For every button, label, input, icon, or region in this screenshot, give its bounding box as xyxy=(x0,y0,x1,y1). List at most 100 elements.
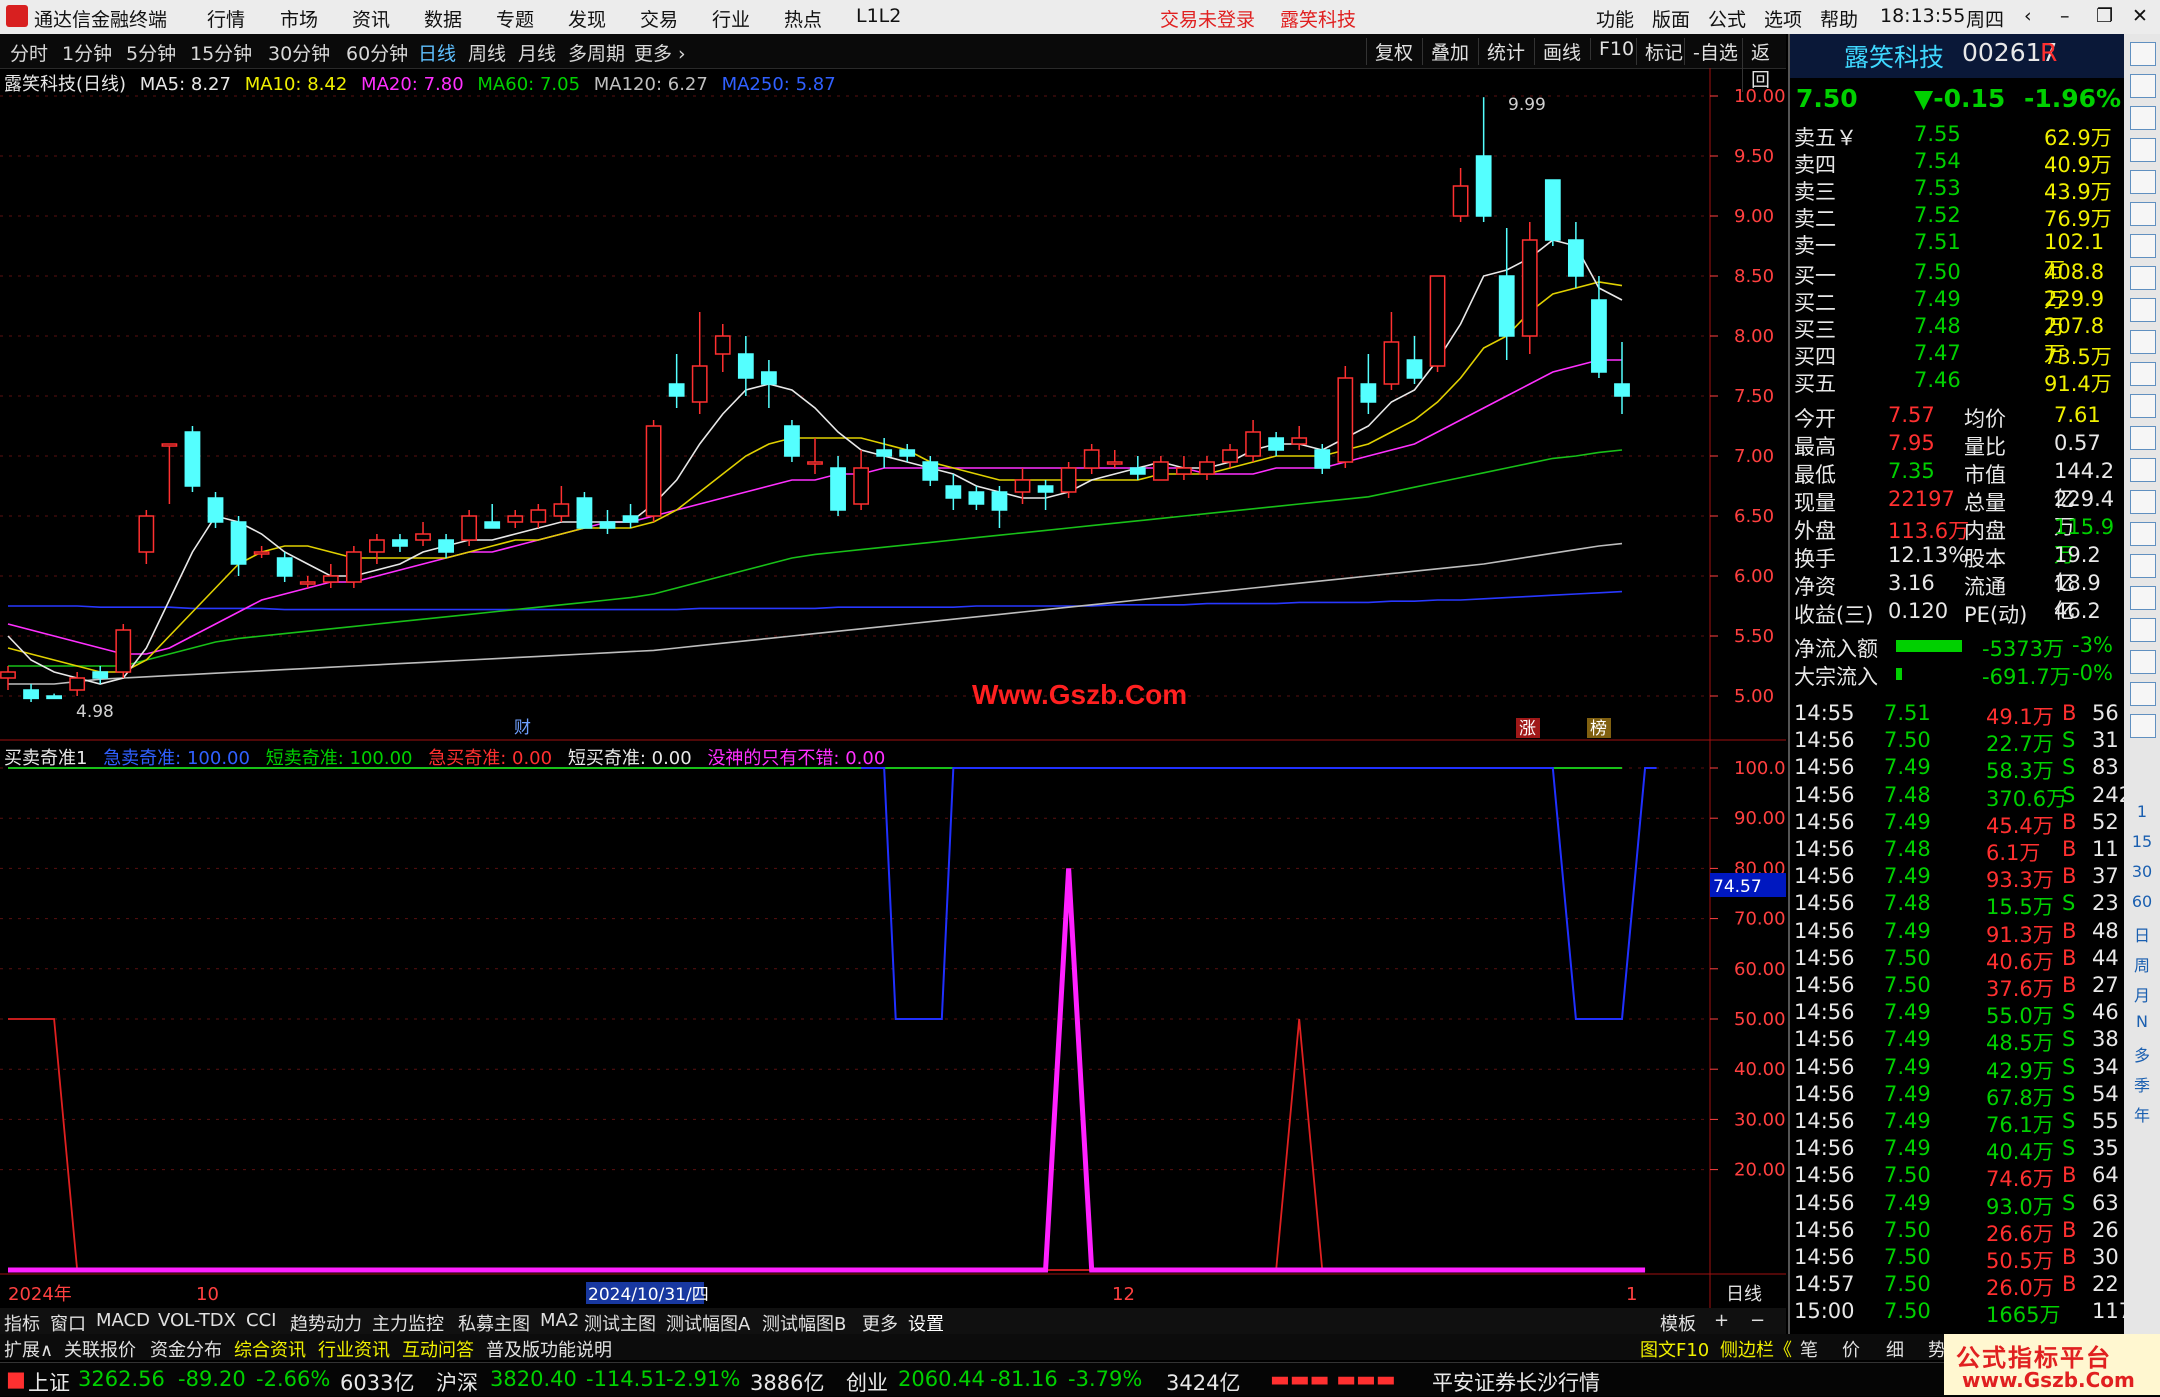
btn-fuquan[interactable]: 复权 xyxy=(1366,38,1413,65)
indicator-tab-12[interactable]: 更多 xyxy=(862,1310,898,1336)
menu-zixun[interactable]: 资讯 xyxy=(352,5,390,32)
toolbar-icon-18[interactable] xyxy=(2130,618,2156,642)
menu-jiaoyi[interactable]: 交易 xyxy=(640,5,678,32)
toolbar-icon-19[interactable] xyxy=(2130,650,2156,674)
btn-f10[interactable]: F10 xyxy=(1590,38,1634,60)
toolbar-period-30[interactable]: 30 xyxy=(2130,862,2154,884)
btn-biaoji[interactable]: 标记 xyxy=(1636,38,1683,65)
toolbar-icon-14[interactable] xyxy=(2130,490,2156,514)
toolbar-icon-11[interactable] xyxy=(2130,394,2156,418)
close-icon[interactable]: ✕ xyxy=(2132,5,2148,27)
ext-tab-0[interactable]: 扩展∧ xyxy=(4,1336,53,1362)
toolbar-icon-6[interactable] xyxy=(2130,234,2156,258)
tab-multi-period[interactable]: 多周期 xyxy=(568,39,625,66)
cy-label[interactable]: 创业 xyxy=(846,1367,888,1397)
toolbar-period--[interactable]: 季 xyxy=(2130,1072,2154,1095)
toolbar-period--[interactable]: 周 xyxy=(2130,952,2154,975)
menu-faxian[interactable]: 发现 xyxy=(568,5,606,32)
side-tab-2[interactable]: 笔 xyxy=(1800,1336,1818,1362)
indicator-tab-8[interactable]: MA2 xyxy=(540,1310,579,1331)
tab-30min[interactable]: 30分钟 xyxy=(268,39,330,66)
btn-zixuan[interactable]: -自选 xyxy=(1684,38,1738,65)
indicator-tab-3[interactable]: VOL-TDX xyxy=(158,1310,236,1331)
menu-shuju[interactable]: 数据 xyxy=(424,5,462,32)
tab-monthly[interactable]: 月线 xyxy=(518,39,556,66)
side-tab-4[interactable]: 细 xyxy=(1886,1336,1904,1362)
indicator-tab-0[interactable]: 指标 xyxy=(4,1310,40,1336)
toolbar-icon-5[interactable] xyxy=(2130,202,2156,226)
indicator-tab-7[interactable]: 私募主图 xyxy=(458,1310,530,1336)
template-btn-0[interactable]: 模板 xyxy=(1660,1310,1696,1336)
ext-tab-2[interactable]: 资金分布 xyxy=(150,1336,222,1362)
indicator-tab-13[interactable]: 设置 xyxy=(908,1310,944,1336)
template-btn-2[interactable]: − xyxy=(1750,1310,1765,1331)
tab-more[interactable]: 更多 › xyxy=(634,39,686,66)
toolbar-icon-1[interactable] xyxy=(2130,74,2156,98)
tab-1min[interactable]: 1分钟 xyxy=(62,39,112,66)
side-tab-1[interactable]: 侧边栏《 xyxy=(1720,1336,1792,1362)
hs-label[interactable]: 沪深 xyxy=(436,1367,478,1397)
menu-hangqing[interactable]: 行情 xyxy=(207,5,245,32)
side-tab-0[interactable]: 图文F10 xyxy=(1640,1336,1709,1362)
tab-fenshi[interactable]: 分时 xyxy=(10,39,48,66)
toolbar-icon-16[interactable] xyxy=(2130,554,2156,578)
side-tab-3[interactable]: 价 xyxy=(1842,1336,1860,1362)
ext-tab-4[interactable]: 行业资讯 xyxy=(318,1336,390,1362)
sh-label[interactable]: 上证 xyxy=(28,1367,70,1397)
btn-tongji[interactable]: 统计 xyxy=(1478,38,1525,65)
toolbar-icon-2[interactable] xyxy=(2130,106,2156,130)
toolbar-icon-12[interactable] xyxy=(2130,426,2156,450)
btn-huaxian[interactable]: 画线 xyxy=(1534,38,1581,65)
menu-xuanxiang[interactable]: 选项 xyxy=(1764,5,1802,32)
ext-tab-6[interactable]: 普及版功能说明 xyxy=(486,1336,612,1362)
toolbar-icon-3[interactable] xyxy=(2130,138,2156,162)
toolbar-icon-21[interactable] xyxy=(2130,714,2156,738)
menu-l1l2[interactable]: L1L2 xyxy=(856,5,901,27)
menu-redian[interactable]: 热点 xyxy=(784,5,822,32)
toolbar-icon-17[interactable] xyxy=(2130,586,2156,610)
kline-chart[interactable]: 10.00 9.50 9.00 8.50 8.00 7.50 7.00 6.50 6.00 5.5… xyxy=(0,68,1786,1312)
tab-60min[interactable]: 60分钟 xyxy=(346,39,408,66)
toolbar-period-n[interactable]: N xyxy=(2130,1012,2154,1034)
toolbar-period-1[interactable]: 1 xyxy=(2130,802,2154,824)
template-btn-1[interactable]: + xyxy=(1714,1310,1729,1331)
menu-hangye[interactable]: 行业 xyxy=(712,5,750,32)
toolbar-period-60[interactable]: 60 xyxy=(2130,892,2154,914)
toolbar-icon-7[interactable] xyxy=(2130,266,2156,290)
menu-banmian[interactable]: 版面 xyxy=(1652,5,1690,32)
menu-bangzhu[interactable]: 帮助 xyxy=(1820,5,1858,32)
indicator-tab-5[interactable]: 趋势动力 xyxy=(290,1310,362,1336)
toolbar-period--[interactable]: 多 xyxy=(2130,1042,2154,1065)
toolbar-period--[interactable]: 日 xyxy=(2130,922,2154,945)
ext-tab-3[interactable]: 综合资讯 xyxy=(234,1336,306,1362)
menu-gongshi[interactable]: 公式 xyxy=(1708,5,1746,32)
toolbar-period-15[interactable]: 15 xyxy=(2130,832,2154,854)
toolbar-period--[interactable]: 月 xyxy=(2130,982,2154,1005)
ext-tab-5[interactable]: 互动问答 xyxy=(402,1336,474,1362)
indicator-name[interactable]: 买卖奇准1 xyxy=(4,748,87,769)
toolbar-icon-13[interactable] xyxy=(2130,458,2156,482)
toolbar-icon-0[interactable] xyxy=(2130,42,2156,66)
btn-diejia[interactable]: 叠加 xyxy=(1422,38,1469,65)
toolbar-icon-9[interactable] xyxy=(2130,330,2156,354)
toolbar-icon-20[interactable] xyxy=(2130,682,2156,706)
tab-weekly[interactable]: 周线 xyxy=(468,39,506,66)
toolbar-icon-8[interactable] xyxy=(2130,298,2156,322)
toolbar-icon-10[interactable] xyxy=(2130,362,2156,386)
minimize-icon[interactable]: – xyxy=(2060,5,2070,27)
menu-gongneng[interactable]: 功能 xyxy=(1596,5,1634,32)
tab-5min[interactable]: 5分钟 xyxy=(126,39,176,66)
menu-zhuanti[interactable]: 专题 xyxy=(496,5,534,32)
broker-name[interactable]: 平安证券长沙行情 xyxy=(1432,1367,1600,1397)
toolbar-icon-4[interactable] xyxy=(2130,170,2156,194)
back-icon[interactable]: ‹ xyxy=(2024,5,2032,27)
tab-daily[interactable]: 日线 xyxy=(418,39,456,66)
indicator-tab-11[interactable]: 测试幅图B xyxy=(762,1310,846,1336)
indicator-tab-10[interactable]: 测试幅图A xyxy=(666,1310,750,1336)
indicator-tab-9[interactable]: 测试主图 xyxy=(584,1310,656,1336)
maximize-icon[interactable]: ❐ xyxy=(2096,5,2113,27)
toolbar-icon-15[interactable] xyxy=(2130,522,2156,546)
menu-shichang[interactable]: 市场 xyxy=(280,5,318,32)
toolbar-period--[interactable]: 年 xyxy=(2130,1102,2154,1125)
tab-15min[interactable]: 15分钟 xyxy=(190,39,252,66)
